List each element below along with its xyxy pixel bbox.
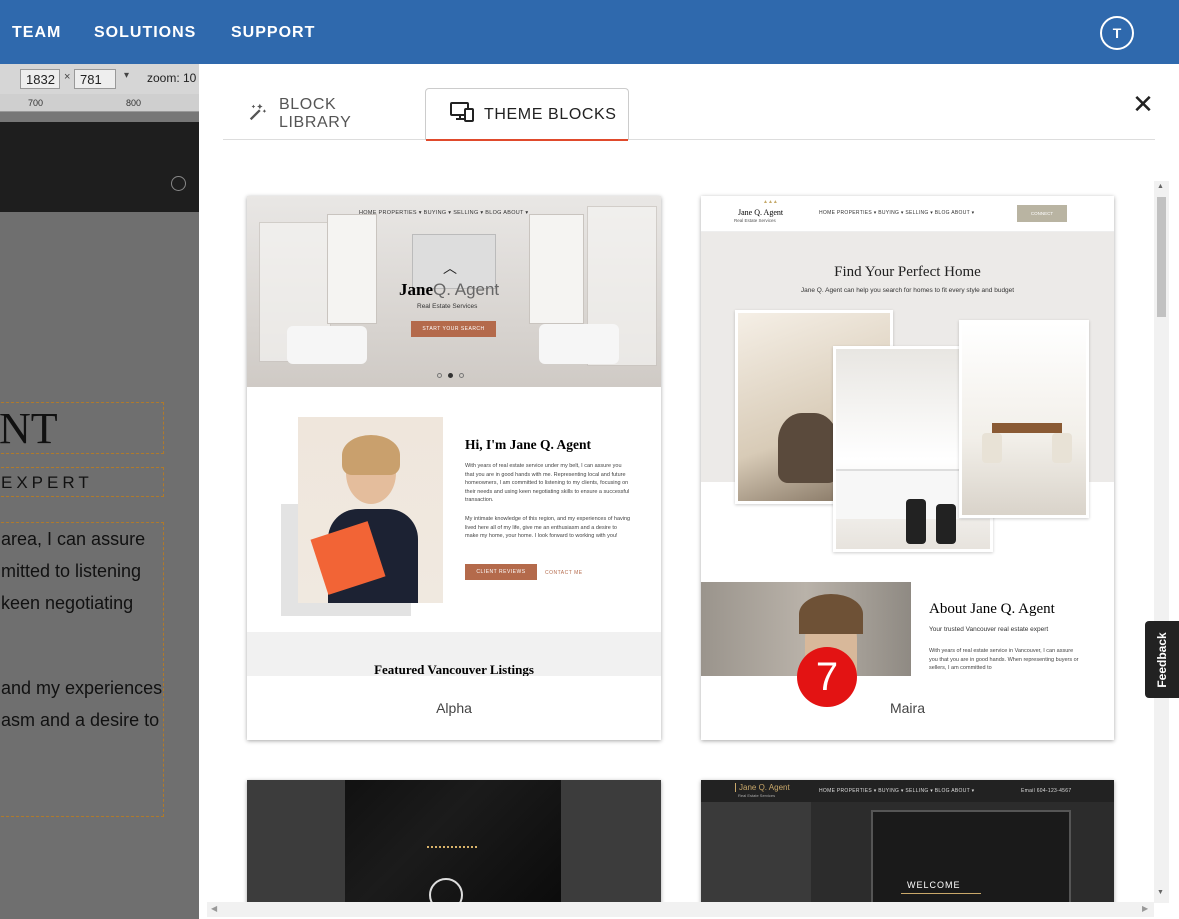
marble-thumbnail: [247, 780, 661, 910]
user-avatar[interactable]: T: [1100, 16, 1134, 50]
times-sign: ×: [64, 71, 71, 83]
zoom-label: zoom: 10: [147, 71, 197, 85]
carousel-dots: [437, 373, 464, 378]
theme-card-maira[interactable]: ▲▲▲ Jane Q. Agent Real Estate Services H…: [701, 196, 1114, 740]
magic-wand-icon: [247, 101, 269, 128]
theme-name: Alpha: [247, 676, 661, 740]
dark-thumbnail: Jane Q. Agent Real Estate Services HOME …: [701, 780, 1114, 910]
para-line: asm and a desire to: [1, 710, 160, 730]
para-line: mitted to listening: [1, 561, 142, 581]
dark-logo: Jane Q. Agent: [735, 783, 790, 792]
theme-card-3[interactable]: [247, 780, 661, 910]
step-badge: 7: [797, 647, 857, 707]
vertical-scrollbar[interactable]: ▲ ▼: [1154, 181, 1169, 903]
ruler-tick-label: 700: [28, 98, 44, 108]
scroll-left-icon[interactable]: ◀: [211, 904, 217, 913]
nav-solutions[interactable]: SOLUTIONS: [94, 24, 196, 42]
dining-photo: [959, 320, 1089, 518]
dark-welcome: WELCOME: [907, 880, 961, 890]
monitor-devices-icon: [450, 101, 474, 128]
chevron-down-icon[interactable]: ▾: [124, 70, 129, 81]
theme-name: Maira: [701, 676, 1114, 740]
maira-heading: Find Your Perfect Home: [834, 264, 981, 280]
subheading-box[interactable]: EXPERT: [0, 467, 164, 497]
tab-label: BLOCK LIBRARY: [279, 96, 352, 131]
alpha-heading: Hi, I'm Jane Q. Agent: [465, 437, 592, 452]
viewport-size-bar: 1832 × 781 ▾ zoom: 10: [0, 64, 199, 94]
para-line: area, I can assure: [1, 529, 146, 549]
maira-about-heading: About Jane Q. Agent: [929, 601, 1055, 617]
maira-about-para: With years of real estate service in Van…: [929, 648, 1079, 671]
alpha-para1: With years of real estate service under …: [465, 463, 630, 503]
maira-about-sub: Your trusted Vancouver real estate exper…: [929, 626, 1049, 633]
alpha-featured: Featured Vancouver Listings: [247, 632, 661, 676]
chevron-up-icon: ︿: [443, 260, 457, 276]
maira-connect: CONNECT: [1017, 205, 1067, 222]
alpha-btn-contact: CONTACT ME: [545, 570, 583, 576]
editor-background: 1832 × 781 ▾ zoom: 10 700 800 NT EXPERT …: [0, 64, 199, 919]
tab-block-library[interactable]: BLOCK LIBRARY: [247, 88, 407, 140]
maira-thumbnail: ▲▲▲ Jane Q. Agent Real Estate Services H…: [701, 196, 1114, 676]
top-navigation-bar: TEAM SOLUTIONS SUPPORT T: [0, 0, 1179, 64]
home-logo-icon: ▲▲▲: [763, 199, 778, 205]
para-line: and my experiences: [1, 678, 163, 698]
dark-section: [0, 122, 199, 212]
nav-support[interactable]: SUPPORT: [231, 24, 315, 42]
theme-card-4[interactable]: Jane Q. Agent Real Estate Services HOME …: [701, 780, 1114, 910]
agent-photo: [298, 417, 443, 603]
maira-header: ▲▲▲ Jane Q. Agent Real Estate Services H…: [701, 196, 1114, 232]
tab-label: THEME BLOCKS: [484, 105, 617, 123]
scrollbar-thumb[interactable]: [1157, 197, 1166, 317]
maira-logo: Jane Q. Agent: [738, 208, 784, 217]
scroll-up-icon[interactable]: ▲: [1157, 183, 1164, 190]
viewport-width-input[interactable]: 1832: [20, 69, 60, 89]
alpha-featured-title: Featured Vancouver Listings: [374, 662, 534, 676]
heading-box[interactable]: NT: [0, 402, 164, 454]
nav-team[interactable]: TEAM: [12, 24, 61, 42]
alpha-para2: My intimate knowledge of this region, an…: [465, 516, 631, 539]
alpha-cta: START YOUR SEARCH: [411, 321, 496, 337]
close-icon[interactable]: ✕: [1131, 91, 1155, 117]
dark-logo-sub: Real Estate Services: [738, 793, 776, 798]
ruler: 700 800: [0, 94, 199, 112]
scroll-down-icon[interactable]: ▼: [1157, 889, 1164, 896]
content-area: NT EXPERT area, I can assure mitted to l…: [0, 212, 199, 919]
scroll-right-icon[interactable]: ▶: [1142, 904, 1148, 913]
alpha-logo: JaneQ. Agent: [399, 280, 500, 299]
theme-blocks-panel: BLOCK LIBRARY THEME BLOCKS ✕ HOME PROPER…: [199, 64, 1179, 919]
alpha-btn-reviews: CLIENT REVIEWS: [465, 564, 537, 580]
paragraph-box[interactable]: area, I can assure mitted to listening k…: [0, 522, 164, 817]
theme-card-alpha[interactable]: HOME PROPERTIES ▾ BUYING ▾ SELLING ▾ BLO…: [247, 196, 661, 740]
maira-mini-nav: HOME PROPERTIES ▾ BUYING ▾ SELLING ▾ BLO…: [819, 210, 975, 216]
maira-logo-sub: Real Estate Services: [734, 218, 776, 223]
tab-theme-blocks[interactable]: THEME BLOCKS: [425, 88, 629, 141]
horizontal-scrollbar[interactable]: ◀ ▶: [207, 902, 1154, 917]
dark-contact: Email 604-123-4567: [1021, 788, 1072, 794]
alpha-about: Hi, I'm Jane Q. Agent With years of real…: [247, 387, 661, 632]
heading-fragment: NT: [0, 404, 58, 453]
alpha-hero: HOME PROPERTIES ▾ BUYING ▾ SELLING ▾ BLO…: [247, 196, 661, 387]
dark-mini-nav: HOME PROPERTIES ▾ BUYING ▾ SELLING ▾ BLO…: [819, 788, 975, 794]
feedback-button[interactable]: Feedback: [1145, 621, 1179, 698]
maira-subheading: Jane Q. Agent can help you search for ho…: [800, 287, 1015, 294]
viewport-height-input[interactable]: 781: [74, 69, 116, 89]
para-line: keen negotiating: [1, 593, 134, 613]
resize-handle-icon[interactable]: [171, 176, 186, 191]
feedback-label: Feedback: [1155, 631, 1169, 688]
alpha-mini-nav: HOME PROPERTIES ▾ BUYING ▾ SELLING ▾ BLO…: [359, 210, 529, 216]
subheading-fragment: EXPERT: [1, 473, 93, 492]
alpha-thumbnail: HOME PROPERTIES ▾ BUYING ▾ SELLING ▾ BLO…: [247, 196, 661, 676]
alpha-logo-sub: Real Estate Services: [417, 303, 478, 310]
ruler-tick-label: 800: [126, 98, 142, 108]
